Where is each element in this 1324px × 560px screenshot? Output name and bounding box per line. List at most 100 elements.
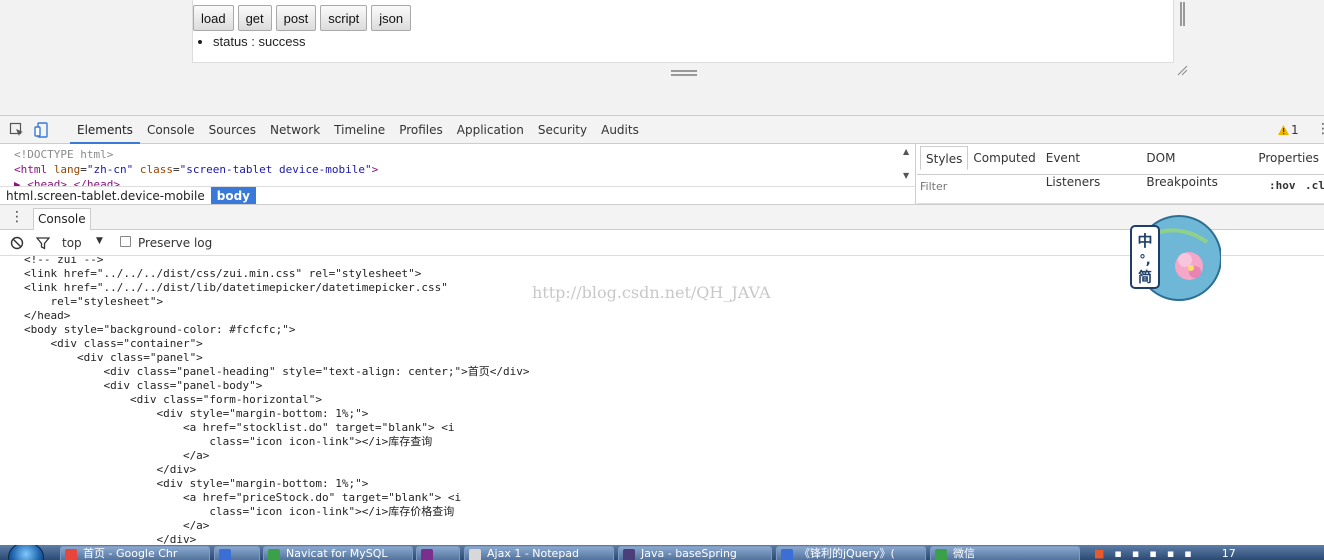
navicat-icon	[268, 549, 280, 560]
get-button[interactable]: get	[237, 5, 272, 31]
console-line: <div class="form-horizontal">	[24, 393, 323, 406]
watermark: http://blog.csdn.net/QH_JAVA	[532, 283, 771, 302]
scroll-down-icon[interactable]: ▼	[903, 171, 909, 180]
system-tray: ■ ▪ ▪ ▪ ▪ ▪ 17	[1094, 547, 1236, 560]
scrollbar-grip[interactable]	[1180, 2, 1185, 26]
tab-dom-breakpoints[interactable]: DOM Breakpoints	[1141, 146, 1253, 189]
taskbar-item-navicat[interactable]: Navicat for MySQL	[263, 546, 413, 560]
head-node[interactable]: ▶ <head>…</head>	[14, 177, 378, 186]
taskbar-item-jquery-doc[interactable]: 《锋利的jQuery》(	[776, 546, 926, 560]
devtools-tabs: Elements Console Sources Network Timelin…	[70, 116, 646, 144]
chevron-down-icon[interactable]: ▼	[96, 236, 103, 246]
preserve-log-label: Preserve log	[138, 236, 213, 250]
clock[interactable]: 17	[1222, 547, 1236, 560]
tab-timeline[interactable]: Timeline	[327, 116, 392, 144]
warning-counter[interactable]: 1	[1278, 123, 1299, 137]
ime-mode-char: 中	[1137, 232, 1152, 250]
html-node[interactable]: <html lang="zh-cn" class="screen-tablet …	[14, 162, 378, 177]
console-line: </head>	[24, 309, 71, 322]
status-list: status : success	[213, 34, 305, 49]
scroll-up-icon[interactable]: ▲	[903, 147, 909, 156]
start-button-icon[interactable]	[8, 545, 44, 560]
eclipse-icon	[623, 549, 635, 560]
tab-profiles[interactable]: Profiles	[392, 116, 450, 144]
styles-filter-input[interactable]	[920, 177, 1220, 195]
ime-simplified-char: 简	[1138, 269, 1152, 286]
drawer-menu-icon[interactable]: ⋮	[10, 209, 24, 225]
windows-taskbar: 首页 - Google Chr Navicat for MySQL Ajax 1…	[0, 545, 1324, 560]
console-line: <a href="priceStock.do" target="blank"> …	[24, 491, 462, 504]
styles-tabs: Styles Computed Event Listeners DOM Brea…	[920, 146, 1324, 189]
elements-scrollbar[interactable]: ▲ ▼	[900, 144, 915, 184]
styles-filter-row: :hov .cl	[917, 174, 1324, 196]
taskbar-item-wechat[interactable]: 微信	[930, 546, 1080, 560]
resize-handle[interactable]	[671, 70, 697, 76]
taskbar-item-chrome[interactable]: 首页 - Google Chr	[60, 546, 210, 560]
breadcrumb-html[interactable]: html.screen-tablet.device-mobile	[0, 187, 211, 205]
ajax-button-row: load get post script json	[193, 5, 412, 31]
hover-state-toggle[interactable]: :hov	[1269, 179, 1296, 192]
resize-corner-icon[interactable]	[1176, 64, 1188, 76]
console-line: </a>	[24, 449, 210, 462]
status-item: status : success	[213, 34, 305, 49]
drawer-tabbar: ⋮ Console	[0, 204, 1324, 230]
tab-computed[interactable]: Computed	[968, 146, 1040, 170]
console-line: <div style="margin-bottom: 1%;">	[24, 477, 369, 490]
tab-styles[interactable]: Styles	[920, 146, 969, 170]
qq-icon[interactable]: ▪	[1149, 547, 1156, 560]
console-line: rel="stylesheet">	[24, 295, 164, 308]
volume-icon[interactable]: ▪	[1184, 547, 1191, 560]
tab-event-listeners[interactable]: Event Listeners	[1041, 146, 1142, 189]
elements-code: <!DOCTYPE html> <html lang="zh-cn" class…	[14, 147, 378, 186]
tab-audits[interactable]: Audits	[594, 116, 646, 144]
console-line: <link href="../../../dist/lib/datetimepi…	[24, 281, 448, 294]
flag-icon[interactable]: ▪	[1167, 547, 1174, 560]
console-line: <div class="panel">	[24, 351, 203, 364]
console-line: class="icon icon-link"></i>库存查询	[24, 435, 433, 448]
tab-application[interactable]: Application	[450, 116, 531, 144]
console-line: </div>	[24, 463, 197, 476]
tab-console[interactable]: Console	[140, 116, 202, 144]
warning-icon	[1278, 125, 1289, 135]
clear-console-icon[interactable]	[10, 236, 24, 250]
console-line: class="icon icon-link"></i>库存价格查询	[24, 505, 455, 518]
doctype-node[interactable]: <!DOCTYPE html>	[14, 147, 378, 162]
network-icon[interactable]: ▪	[1132, 547, 1139, 560]
tray-icon[interactable]: ▪	[1114, 547, 1121, 560]
tab-properties[interactable]: Properties	[1253, 146, 1324, 170]
taskbar-item-eclipse[interactable]: Java - baseSpring	[618, 546, 772, 560]
preserve-log-checkbox[interactable]	[120, 236, 131, 247]
taskbar-item-notepad[interactable]: Ajax 1 - Notepad	[464, 546, 614, 560]
inspect-element-icon[interactable]	[9, 122, 25, 138]
devtools-panel: Elements Console Sources Network Timelin…	[0, 115, 1324, 546]
tab-sources[interactable]: Sources	[202, 116, 263, 144]
post-button[interactable]: post	[275, 5, 317, 31]
taskbar-item-onenote[interactable]	[416, 546, 460, 560]
ime-tray-icon[interactable]: ■	[1094, 547, 1104, 560]
tab-elements[interactable]: Elements	[70, 116, 140, 144]
taskbar-item-explorer[interactable]	[214, 546, 260, 560]
tab-security[interactable]: Security	[531, 116, 594, 144]
console-line: <div class="container">	[24, 337, 203, 350]
ime-status-badge[interactable]: 中 °, 简	[1129, 212, 1221, 304]
onenote-icon	[421, 549, 433, 560]
json-button[interactable]: json	[371, 5, 412, 31]
filter-icon[interactable]	[36, 236, 50, 250]
console-line: <a href="stocklist.do" target="blank"> <…	[24, 421, 455, 434]
breadcrumb-body[interactable]: body	[210, 186, 256, 205]
tab-network[interactable]: Network	[263, 116, 327, 144]
console-toolbar: top ▼ Preserve log	[0, 230, 1324, 256]
console-line: <div class="panel-heading" style="text-a…	[24, 365, 530, 378]
devtools-menu-icon[interactable]: ⋮	[1316, 121, 1324, 137]
wechat-icon	[935, 549, 947, 560]
drawer-tab-console[interactable]: Console	[33, 208, 91, 230]
console-line: <link href="../../../dist/css/zui.min.cs…	[24, 267, 422, 280]
load-button[interactable]: load	[193, 5, 234, 31]
device-mode-icon[interactable]	[34, 122, 50, 138]
context-select[interactable]: top	[62, 236, 82, 250]
notepad-icon	[469, 549, 481, 560]
console-line: <body style="background-color: #fcfcfc;"…	[24, 323, 296, 336]
class-toggle[interactable]: .cl	[1305, 179, 1324, 192]
script-button[interactable]: script	[320, 5, 368, 31]
console-lines: <!-- zui --> <link href="../../../dist/c…	[24, 256, 529, 546]
